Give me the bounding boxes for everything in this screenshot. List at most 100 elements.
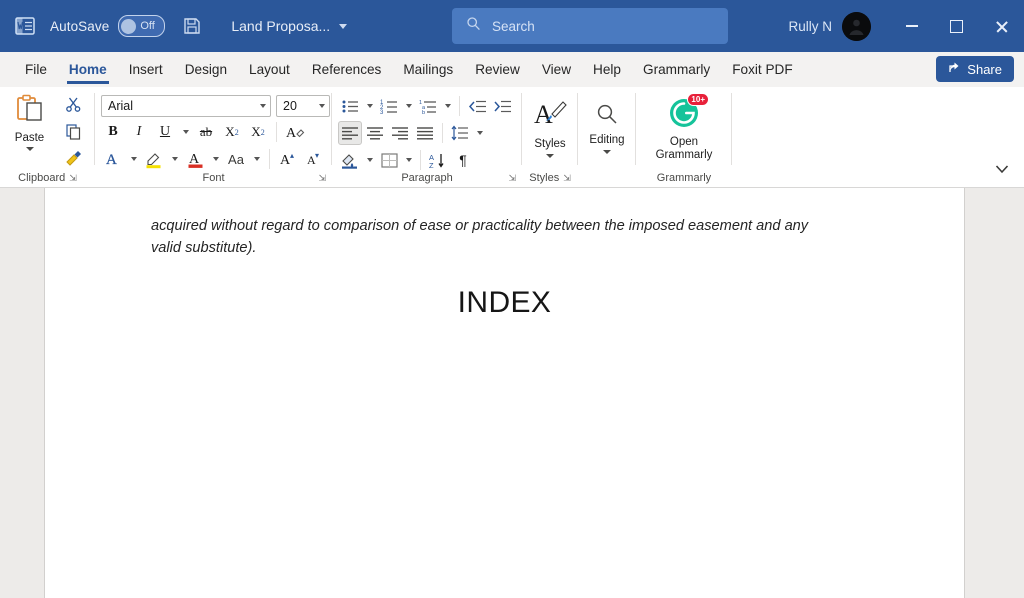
document-paragraph[interactable]: acquired without regard to comparison of… (151, 215, 841, 259)
bold-button[interactable]: B (101, 120, 125, 144)
tab-layout[interactable]: Layout (238, 53, 301, 87)
increase-indent-icon[interactable] (490, 94, 514, 118)
strikethrough-button[interactable]: ab (194, 120, 218, 144)
subscript-button[interactable]: X2 (220, 120, 244, 144)
maximize-button[interactable] (934, 0, 979, 52)
word-window: AutoSave Off Land Proposa... Search Rull… (0, 0, 1024, 598)
collapse-ribbon-button[interactable] (992, 161, 1012, 179)
document-heading-index[interactable]: INDEX (45, 286, 964, 320)
underline-chevron-down-icon[interactable] (179, 120, 192, 144)
tab-file[interactable]: File (14, 53, 58, 87)
superscript-button[interactable]: X2 (246, 120, 270, 144)
tab-insert[interactable]: Insert (118, 53, 174, 87)
chevron-down-icon (319, 104, 325, 108)
document-canvas[interactable]: acquired without regard to comparison of… (0, 188, 1024, 598)
change-case-chevron-down-icon[interactable] (250, 147, 263, 171)
line-spacing-chevron-down-icon[interactable] (473, 121, 486, 145)
line-spacing-icon[interactable] (448, 121, 472, 145)
clipboard-paste-icon (15, 94, 45, 131)
text-highlight-icon[interactable] (142, 147, 166, 171)
multilevel-chevron-down-icon[interactable] (441, 94, 454, 118)
shading-chevron-down-icon[interactable] (363, 148, 376, 172)
font-color-icon[interactable]: A (183, 147, 207, 171)
font-color-chevron-down-icon[interactable] (209, 147, 222, 171)
dialog-launcher-icon[interactable]: ⇲ (69, 173, 77, 184)
share-label: Share (967, 61, 1002, 77)
document-title-text: Land Proposa... (231, 18, 331, 34)
document-title-button[interactable]: Land Proposa... (231, 18, 348, 34)
copy-icon[interactable] (65, 123, 82, 145)
borders-chevron-down-icon[interactable] (402, 148, 415, 172)
numbered-list-icon[interactable]: 123 (377, 94, 401, 118)
change-case-button[interactable]: Aa (224, 147, 248, 171)
document-page[interactable]: acquired without regard to comparison of… (44, 188, 965, 598)
bullet-list-icon[interactable] (338, 94, 362, 118)
styles-button[interactable]: A Styles (531, 91, 569, 158)
user-name-label: Rully N (788, 18, 832, 34)
dialog-launcher-icon[interactable]: ⇲ (563, 173, 571, 184)
borders-icon[interactable] (377, 148, 401, 172)
share-button[interactable]: Share (936, 56, 1014, 82)
styles-icon: A (531, 97, 569, 136)
format-painter-icon[interactable] (65, 150, 82, 172)
editing-button[interactable]: Editing (589, 91, 625, 154)
tab-help[interactable]: Help (582, 53, 632, 87)
tab-foxit-pdf[interactable]: Foxit PDF (721, 53, 803, 87)
highlight-chevron-down-icon[interactable] (168, 147, 181, 171)
paste-button[interactable]: Paste (4, 91, 56, 151)
tab-home[interactable]: Home (58, 53, 118, 87)
font-name-select[interactable]: Arial (101, 95, 271, 117)
search-input[interactable]: Search (492, 19, 535, 34)
tab-view[interactable]: View (531, 53, 582, 87)
show-formatting-marks-button[interactable]: ¶ (451, 148, 475, 172)
title-bar-right: Rully N (788, 0, 1024, 52)
tab-references[interactable]: References (301, 53, 393, 87)
close-button[interactable] (979, 0, 1024, 52)
italic-button[interactable]: I (127, 120, 151, 144)
justify-icon[interactable] (413, 121, 437, 145)
paragraph-row-shading: A Z ¶ (332, 148, 522, 172)
underline-button[interactable]: U (153, 120, 177, 144)
save-icon[interactable] (181, 15, 203, 37)
open-grammarly-button[interactable]: 10+ Open Grammarly (656, 91, 712, 162)
align-right-icon[interactable] (388, 121, 412, 145)
tab-mailings[interactable]: Mailings (392, 53, 464, 87)
bullets-chevron-down-icon[interactable] (363, 94, 376, 118)
shrink-font-button[interactable]: A ▾ (302, 147, 326, 171)
autosave-toggle[interactable]: Off (118, 15, 166, 37)
clipboard-group-label-wrap: Clipboard ⇲ (0, 172, 95, 184)
svg-text:A: A (286, 126, 297, 141)
chevron-down-icon (995, 161, 1009, 179)
grow-font-button[interactable]: A ▴ (276, 147, 300, 171)
grammarly-logo-icon: 10+ (668, 93, 709, 134)
tab-design[interactable]: Design (174, 53, 238, 87)
divider (276, 122, 277, 142)
font-size-select[interactable]: 20 (276, 95, 330, 117)
styles-chevron-down-icon[interactable] (546, 154, 554, 158)
align-center-icon[interactable] (363, 121, 387, 145)
sort-icon[interactable]: A Z (426, 148, 450, 172)
avatar[interactable] (842, 11, 871, 41)
autosave-state-label: Off (140, 20, 155, 32)
tab-review[interactable]: Review (464, 53, 531, 87)
paste-chevron-down-icon[interactable] (25, 147, 34, 151)
align-left-icon[interactable] (338, 121, 362, 145)
text-effects-icon[interactable]: A (101, 147, 125, 171)
styles-label: Styles (534, 138, 566, 150)
decrease-indent-icon[interactable] (465, 94, 489, 118)
styles-group-label: Styles (529, 172, 560, 184)
numbering-chevron-down-icon[interactable] (402, 94, 415, 118)
editing-chevron-down-icon[interactable] (602, 150, 611, 154)
scissors-icon[interactable] (65, 96, 82, 118)
multilevel-list-icon[interactable]: 1 a b (416, 94, 440, 118)
text-effects-chevron-down-icon[interactable] (127, 147, 140, 171)
dialog-launcher-icon[interactable]: ⇲ (318, 173, 326, 184)
search-box[interactable]: Search (452, 8, 728, 44)
ribbon-group-styles: A Styles Styles ⇲ (522, 87, 578, 187)
chevron-down-icon (339, 23, 348, 29)
minimize-button[interactable] (889, 0, 934, 52)
shading-icon[interactable] (338, 148, 362, 172)
dialog-launcher-icon[interactable]: ⇲ (508, 173, 516, 184)
clear-formatting-icon[interactable]: A (283, 120, 307, 144)
tab-grammarly[interactable]: Grammarly (632, 53, 721, 87)
